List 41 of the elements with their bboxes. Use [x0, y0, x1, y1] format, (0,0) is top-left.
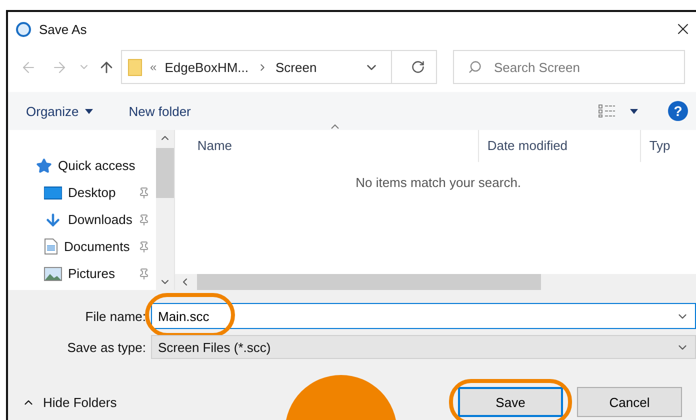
- nav-item[interactable]: Documents: [36, 233, 156, 260]
- picture-icon: [44, 266, 62, 280]
- download-icon: [44, 210, 62, 228]
- refresh-icon: [411, 60, 425, 74]
- details-view-icon: [598, 104, 616, 118]
- column-header[interactable]: Name: [189, 130, 480, 162]
- caret-icon: [84, 108, 93, 114]
- file-name-box[interactable]: Main.scc: [151, 303, 696, 329]
- window-title: Save As: [39, 22, 88, 36]
- field-label: Save as type:: [66, 340, 147, 354]
- nav-item[interactable]: Quick access: [36, 152, 156, 179]
- view-options-button[interactable]: [598, 104, 638, 118]
- vertical-scrollbar[interactable]: [156, 130, 174, 290]
- breadcrumb[interactable]: EdgeBoxHM...: [164, 60, 249, 74]
- folder-icon: [128, 58, 142, 76]
- app-icon: [16, 22, 31, 36]
- field-label: File name:: [84, 308, 147, 324]
- search-box[interactable]: Search Screen: [453, 50, 685, 84]
- dialog-button[interactable]: Cancel: [577, 387, 682, 417]
- nav-item[interactable]: Desktop: [36, 179, 156, 206]
- empty-message: No items match your search.: [356, 175, 522, 192]
- hide-folders-button[interactable]: Hide Folders: [22, 394, 117, 410]
- new-folder-button[interactable]: New folder: [128, 104, 191, 118]
- help-button[interactable]: ?: [668, 101, 688, 121]
- horizontal-scrollbar[interactable]: [175, 274, 696, 290]
- column-header[interactable]: Date modified: [479, 130, 642, 162]
- star-icon: [36, 158, 52, 174]
- column-header[interactable]: Typ: [641, 130, 696, 162]
- nav-item[interactable]: Downloads: [36, 206, 156, 233]
- desktop-icon: [44, 186, 62, 200]
- breadcrumb[interactable]: Screen: [276, 60, 317, 74]
- document-icon: [44, 238, 58, 255]
- file-name-field[interactable]: Main.scc: [158, 308, 676, 324]
- address-bar[interactable]: « EdgeBoxHM... Screen: [121, 50, 437, 84]
- nav-item[interactable]: Pictures: [36, 260, 156, 287]
- file-type-dropdown[interactable]: Screen Files (*.scc): [151, 335, 696, 359]
- overflow-chevron[interactable]: «: [150, 60, 157, 74]
- dialog-button[interactable]: Save: [458, 387, 563, 417]
- search-icon: [468, 60, 482, 74]
- caret-icon: [630, 108, 638, 114]
- organize-button[interactable]: Organize: [26, 104, 93, 118]
